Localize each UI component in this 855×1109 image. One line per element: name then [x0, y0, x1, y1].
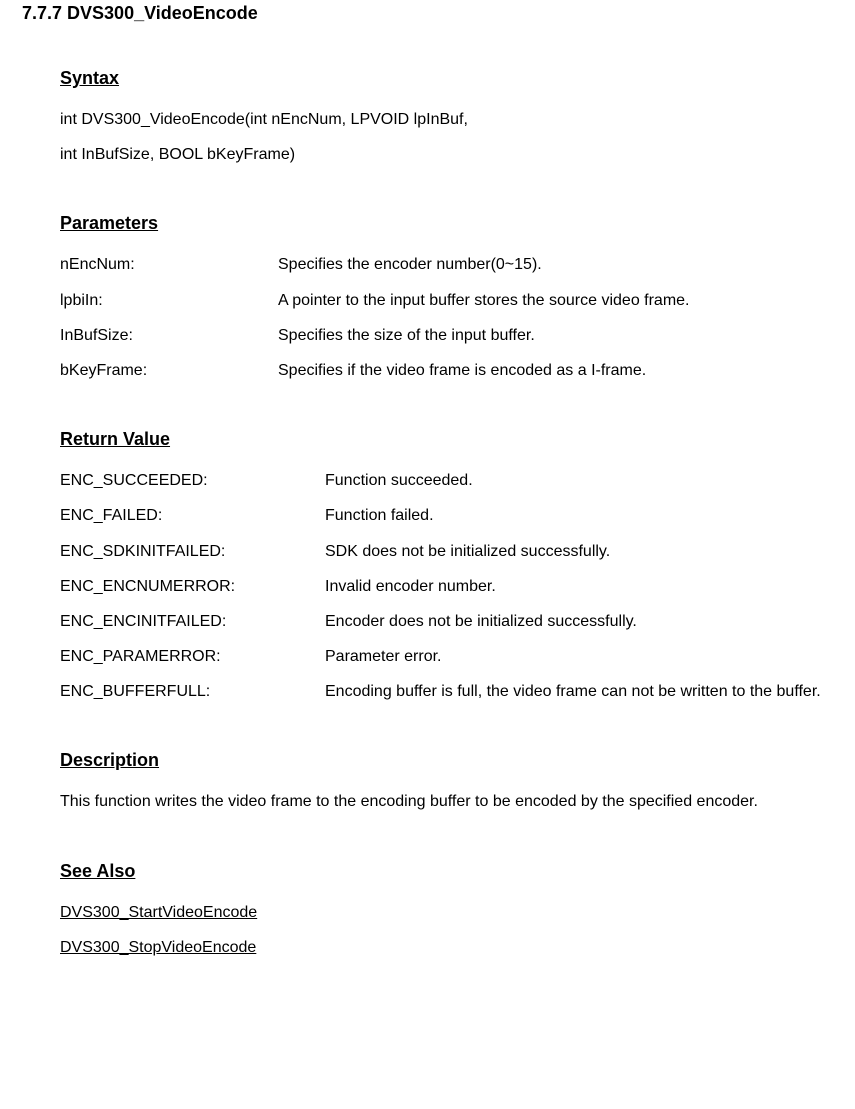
return-name: ENC_BUFFERFULL: — [60, 674, 325, 709]
section-title: 7.7.7 DVS300_VideoEncode — [22, 0, 825, 27]
param-row: lpbiIn: A pointer to the input buffer st… — [60, 283, 825, 318]
param-name: lpbiIn: — [60, 283, 278, 318]
param-desc: Specifies if the video frame is encoded … — [278, 353, 825, 388]
return-name: ENC_FAILED: — [60, 498, 325, 533]
return-desc: Encoding buffer is full, the video frame… — [325, 674, 825, 709]
param-desc: A pointer to the input buffer stores the… — [278, 283, 825, 318]
see-also-heading: See Also — [60, 858, 825, 885]
return-row: ENC_ENCINITFAILED: Encoder does not be i… — [60, 604, 825, 639]
param-desc: Specifies the encoder number(0~15). — [278, 247, 825, 282]
description-text: This function writes the video frame to … — [60, 784, 825, 819]
param-name: InBufSize: — [60, 318, 278, 353]
return-desc: SDK does not be initialized successfully… — [325, 534, 825, 569]
syntax-line1: int DVS300_VideoEncode(int nEncNum, LPVO… — [60, 102, 825, 137]
param-name: bKeyFrame: — [60, 353, 278, 388]
return-desc: Parameter error. — [325, 639, 825, 674]
return-row: ENC_BUFFERFULL: Encoding buffer is full,… — [60, 674, 825, 709]
return-desc: Function failed. — [325, 498, 825, 533]
param-desc: Specifies the size of the input buffer. — [278, 318, 825, 353]
return-desc: Encoder does not be initialized successf… — [325, 604, 825, 639]
return-row: ENC_PARAMERROR: Parameter error. — [60, 639, 825, 674]
description-heading: Description — [60, 747, 825, 774]
return-name: ENC_ENCNUMERROR: — [60, 569, 325, 604]
return-name: ENC_ENCINITFAILED: — [60, 604, 325, 639]
see-also-link[interactable]: DVS300_StopVideoEncode — [60, 930, 825, 965]
return-desc: Invalid encoder number. — [325, 569, 825, 604]
return-row: ENC_ENCNUMERROR: Invalid encoder number. — [60, 569, 825, 604]
param-row: nEncNum: Specifies the encoder number(0~… — [60, 247, 825, 282]
return-name: ENC_SUCCEEDED: — [60, 463, 325, 498]
return-name: ENC_PARAMERROR: — [60, 639, 325, 674]
syntax-line2: int InBufSize, BOOL bKeyFrame) — [60, 137, 825, 172]
param-name: nEncNum: — [60, 247, 278, 282]
see-also-link[interactable]: DVS300_StartVideoEncode — [60, 895, 825, 930]
parameters-heading: Parameters — [60, 210, 825, 237]
return-value-heading: Return Value — [60, 426, 825, 453]
return-row: ENC_SUCCEEDED: Function succeeded. — [60, 463, 825, 498]
return-row: ENC_FAILED: Function failed. — [60, 498, 825, 533]
return-name: ENC_SDKINITFAILED: — [60, 534, 325, 569]
param-row: InBufSize: Specifies the size of the inp… — [60, 318, 825, 353]
syntax-heading: Syntax — [60, 65, 825, 92]
param-row: bKeyFrame: Specifies if the video frame … — [60, 353, 825, 388]
return-row: ENC_SDKINITFAILED: SDK does not be initi… — [60, 534, 825, 569]
return-desc: Function succeeded. — [325, 463, 825, 498]
